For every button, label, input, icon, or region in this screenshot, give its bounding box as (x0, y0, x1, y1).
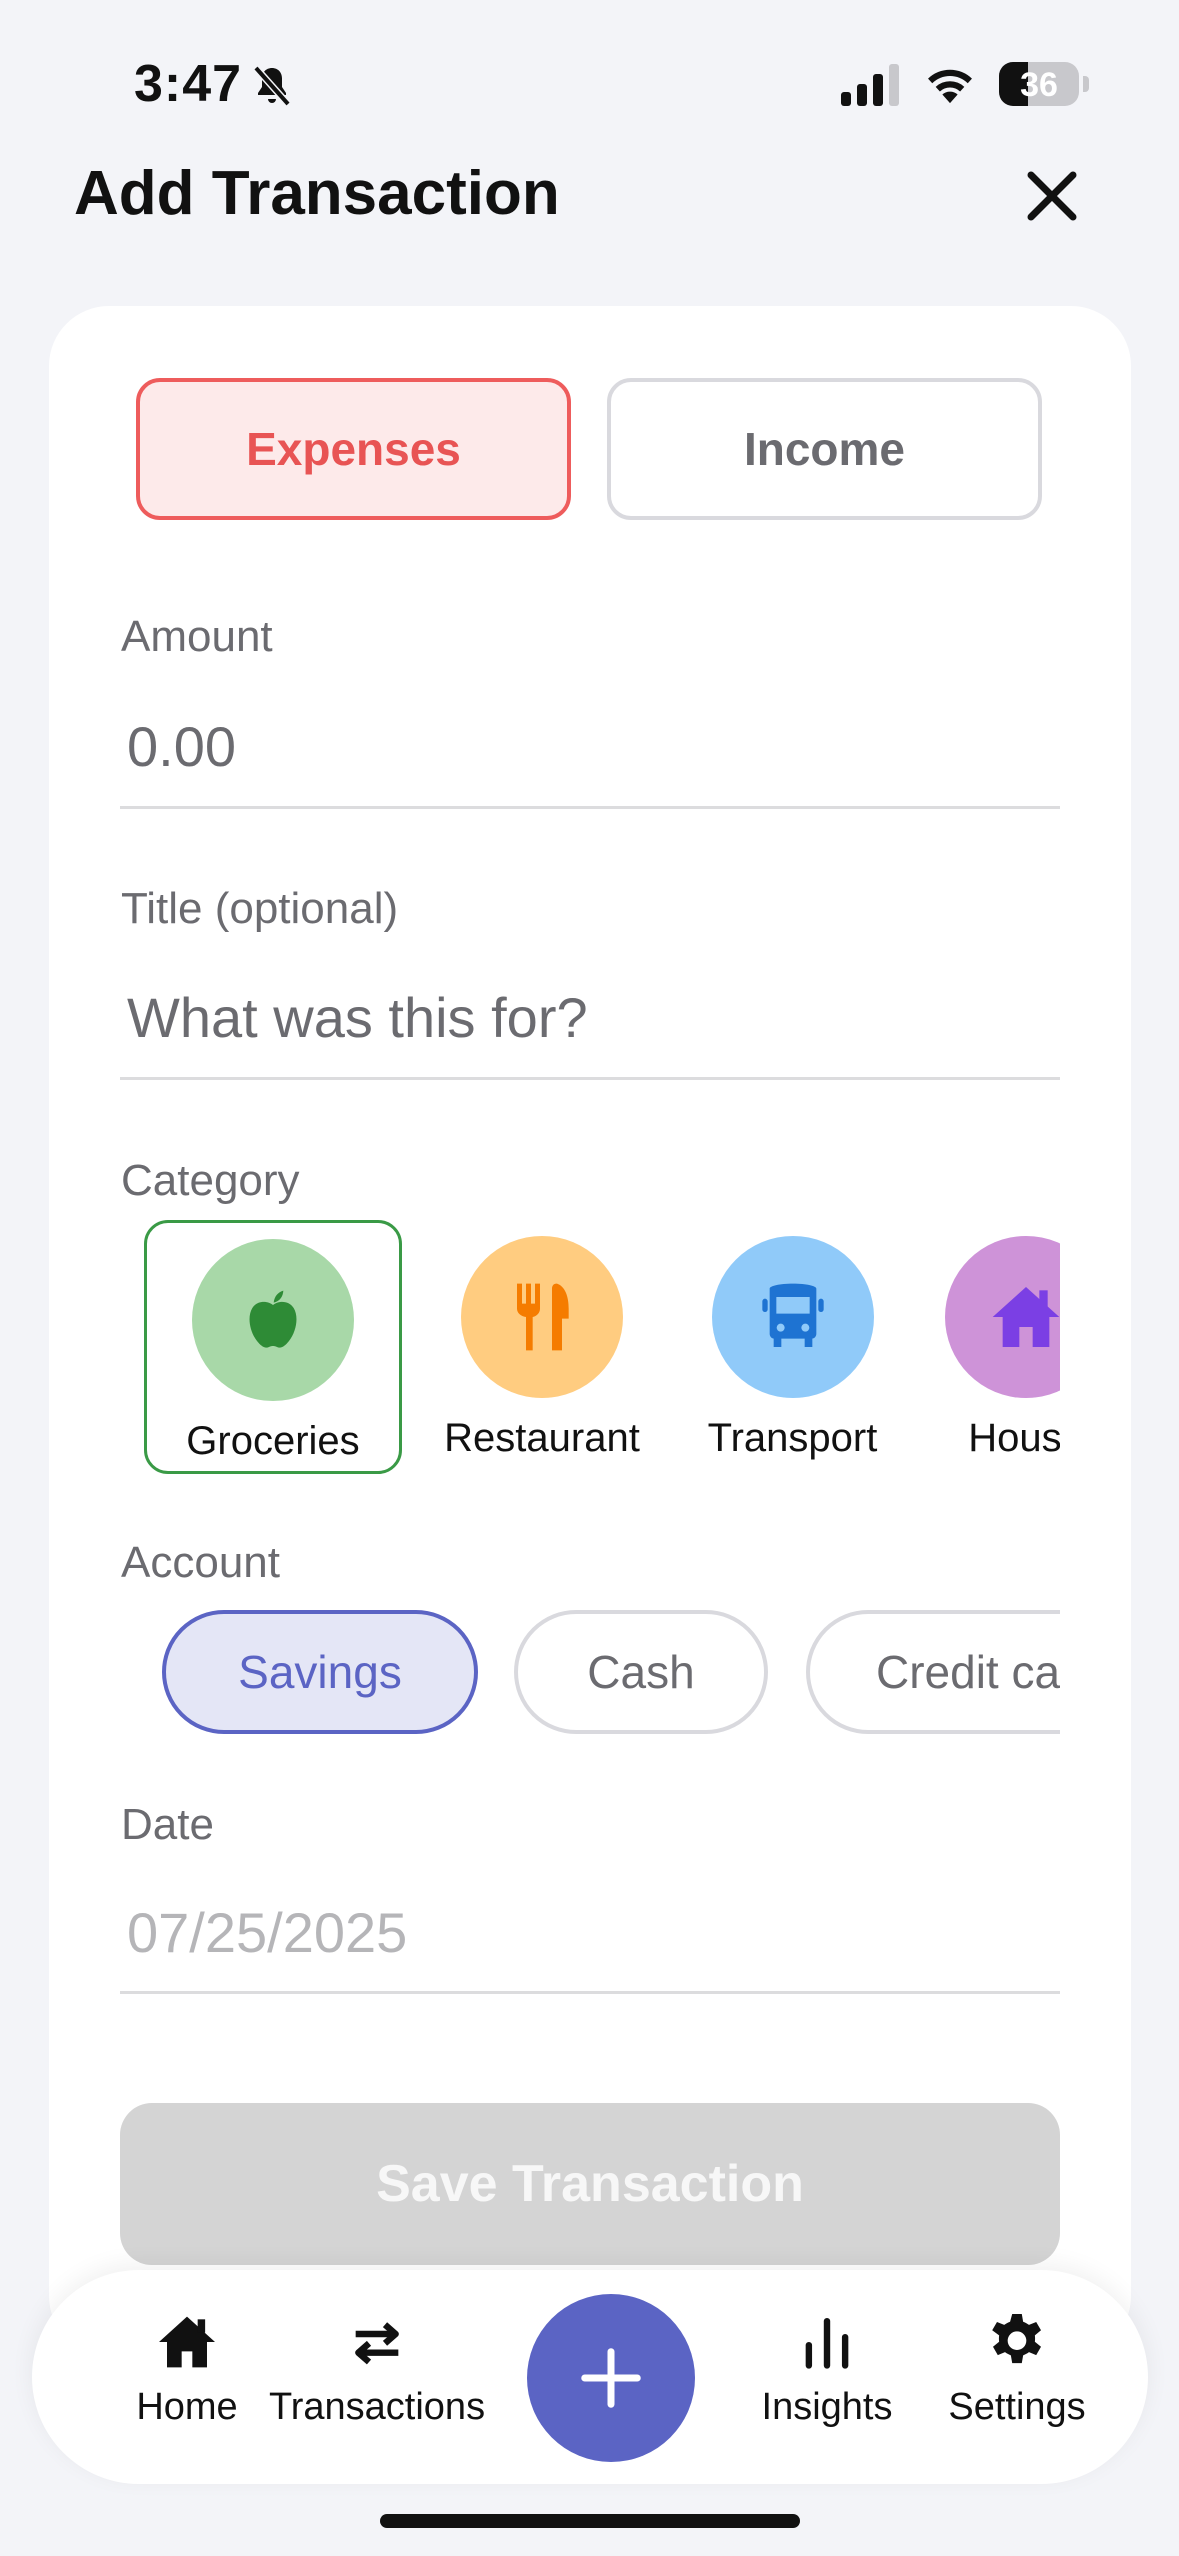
bell-slash-icon (253, 65, 291, 107)
category-label-restaurant: Restaurant (444, 1416, 640, 1460)
category-label-house: House (968, 1416, 1060, 1460)
expenses-button[interactable]: Expenses (136, 378, 571, 520)
restaurant-icon-circle (461, 1236, 623, 1398)
fork-knife-icon (517, 1283, 569, 1351)
category-restaurant[interactable]: Restaurant (422, 1220, 662, 1474)
battery-cap (1083, 76, 1089, 92)
nav-insights[interactable]: Insights (732, 2310, 922, 2429)
bottom-nav: Home Transactions Insights Settings (32, 2270, 1148, 2484)
apple-icon (249, 1290, 297, 1348)
account-savings[interactable]: Savings (162, 1610, 478, 1734)
account-credit-card[interactable]: Credit card (806, 1610, 1060, 1734)
close-icon[interactable] (1024, 168, 1080, 224)
amount-underline (120, 806, 1060, 809)
title-label: Title (optional) (121, 884, 399, 933)
nav-transactions-label: Transactions (268, 2386, 486, 2428)
category-house[interactable]: House (926, 1220, 1060, 1474)
home-indicator (380, 2514, 800, 2528)
status-time: 3:47 (134, 55, 243, 113)
bus-icon (761, 1283, 824, 1347)
date-label: Date (121, 1800, 214, 1849)
wifi-icon (928, 69, 972, 104)
category-row: Groceries Restaurant Transport Hous (120, 1220, 1060, 1480)
add-transaction-screen: 3:47 36 Add Transaction Expenses Income … (0, 0, 1179, 2556)
category-transport[interactable]: Transport (680, 1220, 905, 1474)
nav-insights-label: Insights (761, 2386, 893, 2428)
account-cash[interactable]: Cash (514, 1610, 768, 1734)
home-icon (159, 2316, 215, 2368)
arrows-left-right-icon (355, 2322, 399, 2365)
battery-level: 36 (1020, 66, 1058, 104)
groceries-icon-circle (192, 1239, 354, 1401)
status-icons: 36 (841, 62, 1089, 106)
add-button[interactable] (527, 2294, 695, 2462)
amount-input[interactable]: 0.00 (127, 714, 236, 779)
account-row: Savings Cash Credit card (120, 1608, 1060, 1738)
transport-icon-circle (711, 1236, 874, 1398)
transaction-type-toggle: Expenses Income (136, 378, 1042, 520)
income-button[interactable]: Income (607, 378, 1042, 520)
nav-transactions[interactable]: Transactions (252, 2310, 502, 2429)
nav-home[interactable]: Home (102, 2310, 272, 2429)
category-label-transport: Transport (707, 1416, 878, 1460)
date-underline (120, 1991, 1060, 1994)
category-groceries[interactable]: Groceries (144, 1220, 402, 1474)
category-label: Category (121, 1156, 300, 1205)
battery-indicator: 36 (999, 62, 1089, 106)
nav-home-label: Home (136, 2386, 238, 2428)
title-input[interactable]: What was this for? (127, 985, 588, 1050)
date-input[interactable]: 07/25/2025 (127, 1900, 407, 1965)
page-title: Add Transaction (74, 159, 560, 228)
house-icon (992, 1287, 1060, 1347)
cellular-signal-icon (841, 64, 899, 106)
nav-settings[interactable]: Settings (917, 2310, 1117, 2429)
account-label: Account (121, 1538, 280, 1587)
save-transaction-button[interactable]: Save Transaction (120, 2103, 1060, 2265)
nav-settings-label: Settings (948, 2386, 1086, 2428)
bar-chart-icon (805, 2318, 849, 2369)
amount-label: Amount (121, 612, 273, 661)
title-underline (120, 1077, 1060, 1080)
plus-icon (581, 2348, 641, 2408)
gear-icon (992, 2314, 1041, 2364)
house-icon-circle (945, 1236, 1060, 1398)
category-label-groceries: Groceries (186, 1419, 360, 1463)
